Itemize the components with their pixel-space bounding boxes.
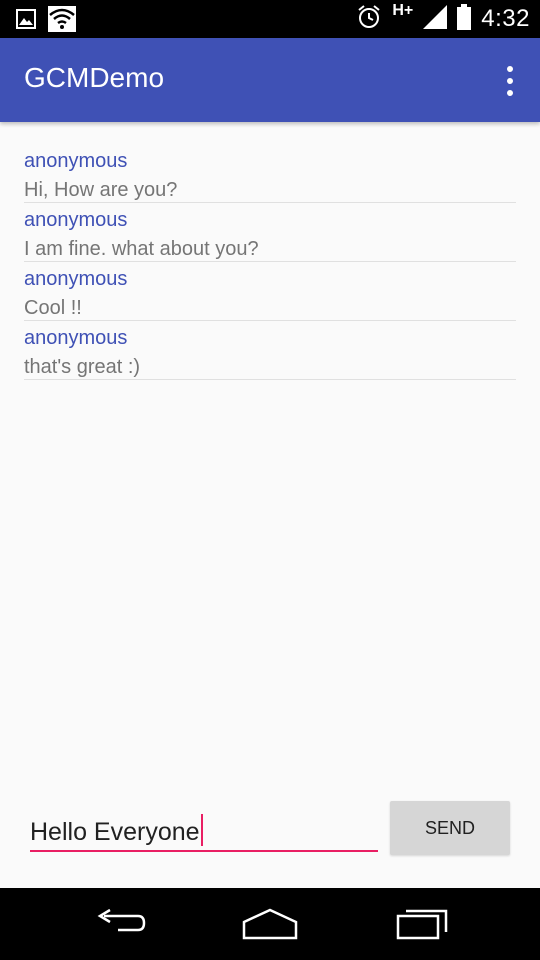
list-item[interactable]: anonymous I am fine. what about you? <box>24 203 516 262</box>
text-cursor <box>200 814 203 846</box>
signal-icon <box>423 5 448 33</box>
home-icon[interactable] <box>240 906 300 942</box>
message-text: I am fine. what about you? <box>24 238 259 260</box>
message-sender: anonymous <box>24 268 128 290</box>
back-icon[interactable] <box>90 906 150 942</box>
list-item[interactable]: anonymous Hi, How are you? <box>24 144 516 203</box>
alarm-icon <box>356 4 382 34</box>
message-text: Hi, How are you? <box>24 179 178 201</box>
more-vert-icon[interactable] <box>500 66 520 96</box>
message-sender: anonymous <box>24 327 128 349</box>
network-type: H+ <box>392 2 414 19</box>
message-input-value: Hello Everyone <box>30 818 200 846</box>
nav-bar <box>0 888 540 960</box>
message-sender: anonymous <box>24 209 128 231</box>
battery-icon <box>457 4 472 34</box>
recents-icon[interactable] <box>392 906 452 942</box>
image-icon <box>16 9 36 33</box>
list-item[interactable]: anonymous that's great :) <box>24 321 516 380</box>
status-bar: H+ 4:32 <box>0 0 540 38</box>
message-text: Cool !! <box>24 297 82 319</box>
send-button[interactable]: SEND <box>390 801 510 855</box>
message-list[interactable]: anonymous Hi, How are you? anonymous I a… <box>24 144 516 380</box>
status-time: 4:32 <box>481 5 530 32</box>
app-title: GCMDemo <box>24 62 165 93</box>
message-sender: anonymous <box>24 150 128 172</box>
list-item[interactable]: anonymous Cool !! <box>24 262 516 321</box>
message-input[interactable]: Hello Everyone <box>30 806 378 852</box>
app-bar: GCMDemo <box>0 38 540 122</box>
message-text: that's great :) <box>24 356 141 378</box>
wifi-icon <box>48 6 76 36</box>
